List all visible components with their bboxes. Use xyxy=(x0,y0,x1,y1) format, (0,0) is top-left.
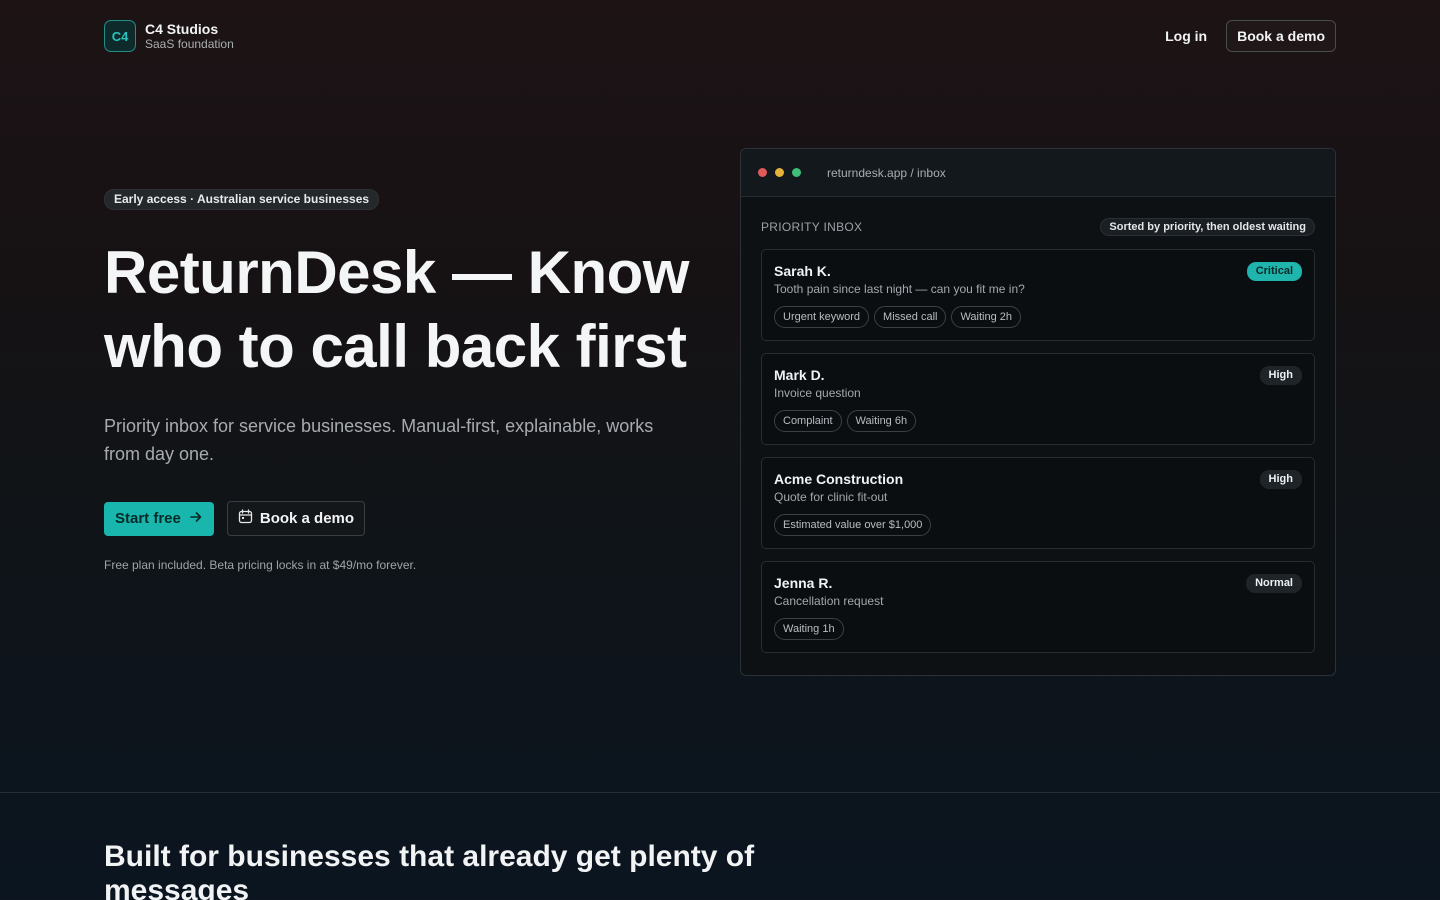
tag: Complaint xyxy=(774,410,842,432)
contact-name: Sarah K. xyxy=(774,263,831,279)
hero: Early access · Australian service busine… xyxy=(104,189,704,572)
contact-name: Jenna R. xyxy=(774,575,833,591)
book-demo-label: Book a demo xyxy=(259,510,355,527)
brand-logo: C4 xyxy=(104,20,136,52)
login-link[interactable]: Log in xyxy=(1165,28,1207,44)
contact-name: Mark D. xyxy=(774,367,825,383)
inbox-preview-window: returndesk.app / inbox PRIORITY INBOX So… xyxy=(740,148,1336,676)
top-nav: C4 C4 Studios SaaS foundation Log in Boo… xyxy=(104,19,1336,53)
hero-ctas: Start free Book a demo xyxy=(104,501,704,536)
hero-description: Priority inbox for service businesses. M… xyxy=(104,416,654,464)
section-divider xyxy=(0,792,1440,793)
brand-text: C4 Studios SaaS foundation xyxy=(145,21,234,52)
inbox-title: PRIORITY INBOX xyxy=(761,220,863,234)
tag-list: Estimated value over $1,000 xyxy=(774,514,1302,536)
brand-name: C4 Studios xyxy=(145,20,219,37)
start-free-label: Start free xyxy=(115,510,181,527)
inbox-card[interactable]: Jenna R. Cancellation request Waiting 1h… xyxy=(761,561,1315,653)
sort-badge: Sorted by priority, then oldest waiting xyxy=(1100,218,1315,236)
brand[interactable]: C4 C4 Studios SaaS foundation xyxy=(104,20,234,52)
window-minimize-dot xyxy=(775,168,784,177)
section-heading: Built for businesses that already get pl… xyxy=(104,840,755,900)
priority-badge: Critical xyxy=(1246,262,1302,281)
priority-inbox: PRIORITY INBOX Sorted by priority, then … xyxy=(741,197,1335,653)
window-titlebar: returndesk.app / inbox xyxy=(741,149,1335,197)
early-access-badge: Early access · Australian service busine… xyxy=(104,189,380,210)
priority-badge: Normal xyxy=(1246,574,1302,593)
inbox-card[interactable]: Mark D. Invoice question Complaint Waiti… xyxy=(761,353,1315,445)
tag: Missed call xyxy=(874,306,947,328)
window-close-dot xyxy=(758,168,767,177)
book-demo-button[interactable]: Book a demo xyxy=(226,501,366,536)
brand-subtitle: SaaS foundation xyxy=(145,36,234,51)
arrow-right-icon xyxy=(189,510,203,528)
message-preview: Cancellation request xyxy=(774,594,884,608)
book-demo-button-header[interactable]: Book a demo xyxy=(1226,20,1336,52)
start-free-button[interactable]: Start free xyxy=(104,501,214,536)
tag: Urgent keyword xyxy=(774,306,870,328)
tag: Estimated value over $1,000 xyxy=(774,514,932,536)
tag: Waiting 2h xyxy=(951,306,1022,328)
hero-title: ReturnDesk — Know who to call back first xyxy=(104,239,689,380)
tag: Waiting 1h xyxy=(774,618,844,640)
tag: Waiting 6h xyxy=(846,410,917,432)
window-url: returndesk.app / inbox xyxy=(827,165,946,180)
inbox-card[interactable]: Acme Construction Quote for clinic fit-o… xyxy=(761,457,1315,549)
tag-list: Waiting 1h xyxy=(774,618,1302,640)
pricing-note: Free plan included. Beta pricing locks i… xyxy=(104,558,417,572)
contact-name: Acme Construction xyxy=(774,471,904,487)
tag-list: Complaint Waiting 6h xyxy=(774,410,1302,432)
tag-list: Urgent keyword Missed call Waiting 2h xyxy=(774,306,1302,328)
header-actions: Log in Book a demo xyxy=(1165,20,1336,52)
inbox-card[interactable]: Sarah K. Tooth pain since last night — c… xyxy=(761,249,1315,341)
inbox-header: PRIORITY INBOX Sorted by priority, then … xyxy=(761,217,1315,237)
message-preview: Invoice question xyxy=(774,386,861,400)
calendar-icon xyxy=(238,509,253,528)
message-preview: Quote for clinic fit-out xyxy=(774,490,888,504)
message-preview: Tooth pain since last night — can you fi… xyxy=(774,282,1025,296)
window-maximize-dot xyxy=(792,168,801,177)
priority-badge: High xyxy=(1259,470,1302,489)
priority-badge: High xyxy=(1259,366,1302,385)
